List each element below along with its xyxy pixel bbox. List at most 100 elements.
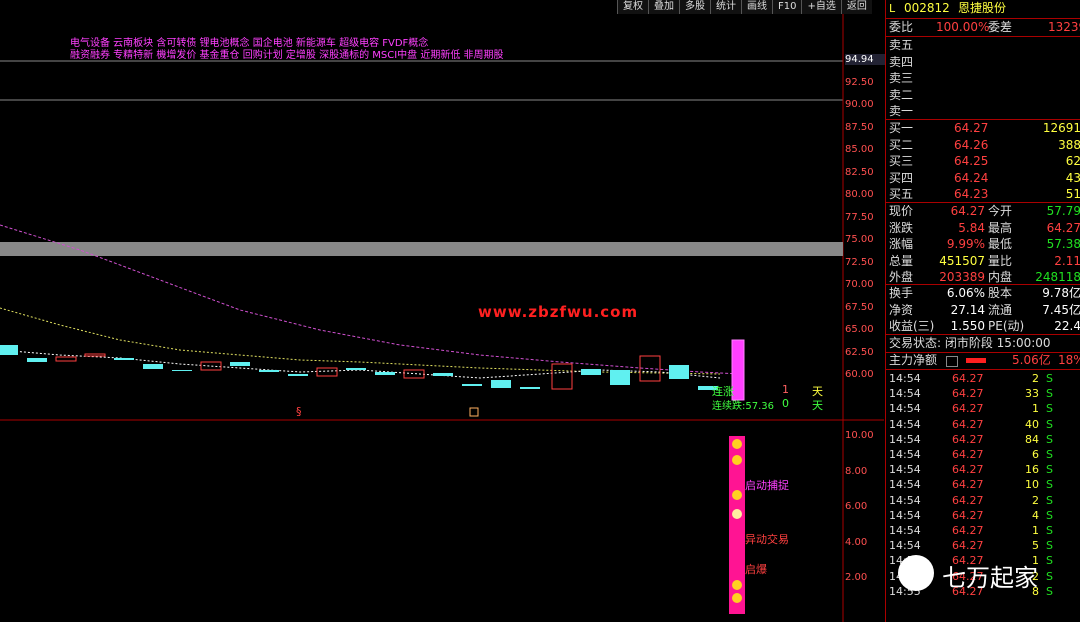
buy-level: 买四 64.24 43 [886,170,1080,187]
tick-side: S [1046,402,1053,416]
chart-canvas[interactable] [0,0,884,622]
tick-time: 14:54 [889,432,921,446]
toolbar-button[interactable]: 统计 [710,0,741,14]
tick-price: 64.27 [952,387,984,401]
flag-letter: L [889,2,896,15]
price-tick: 72.50 [845,256,874,268]
toolbar-button[interactable]: 返回 [840,0,872,14]
tick-row: 14:54 64.27 84 S [886,432,1080,447]
chart-icon[interactable] [946,356,958,367]
price-tick: 92.50 [845,76,874,88]
toolbar-button[interactable]: 叠加 [648,0,679,14]
stat-label: 股本 [988,286,1013,300]
tick-time: 14:54 [889,524,921,537]
candle [316,367,338,377]
tick-volume: 6 [1032,448,1039,461]
stat-value: 1.550 [950,319,985,333]
stat-value: 64.27 [1046,220,1080,235]
tick-row: 14:54 64.27 1 S [886,401,1080,416]
price-tick: 90.00 [845,99,874,110]
flow-bar [966,358,986,363]
stat-label: 换手 [889,286,914,300]
stat2-row: 净资 27.14 流通 7.45亿 [886,302,1080,319]
stat-label: 现价 [889,204,914,218]
candle [288,374,308,376]
sell-label: 卖一 [889,104,914,118]
tick-side: S [1046,493,1053,507]
stat-label: 最低 [988,237,1013,251]
stat-value: 9.78亿 [1042,286,1080,300]
candle [55,356,77,362]
main-flow-label: 主力净额 [889,353,938,367]
tick-row: 14:54 64.27 1 S [886,523,1080,538]
event-marker-icon [469,407,479,417]
tick-price: 64.27 [952,463,984,477]
tick-side: S [1046,539,1053,553]
tick-time: 14:54 [889,387,921,401]
stock-code: 002812 [904,1,950,15]
stat-label: 今开 [988,204,1013,218]
concept-tags-row2: 融资融券 专精特新 機增发价 基金重仓 回购计划 定增股 深股通标的 MSCI中… [70,50,504,61]
stat2-row: 收益(三) 1.550 PE(动) 22.4 [886,318,1080,335]
candle [346,368,366,370]
toolbar-button[interactable]: 多股 [679,0,710,14]
main-flow-value: 5.06亿 [1012,353,1051,367]
toolbar-button[interactable]: F10 [772,0,802,14]
tick-side: S [1046,463,1053,477]
main-flow-row: 主力净额 5.06亿 18% [886,352,1080,369]
butterfly-icon [732,455,742,465]
price-tick: 60.00 [845,369,874,380]
toolbar-button[interactable]: 画线 [741,0,772,14]
buy-level: 买五 64.23 51 [886,186,1080,203]
buy-price: 64.25 [954,154,989,168]
buy-volume: 62 [1065,154,1080,168]
candle [143,364,163,369]
tick-side: S [1046,554,1053,568]
trade-status-text: 交易状态: 闭市阶段 15:00:00 [889,336,1051,350]
candle [551,363,573,390]
stat-label: 收益(三) [889,319,935,333]
stat-label: PE(动) [988,319,1025,333]
tick-price: 64.27 [952,402,984,416]
price-tick: 85.00 [845,144,874,155]
toolbar-button[interactable]: +自选 [801,0,841,14]
tick-volume: 5 [1032,539,1039,553]
buy-price: 64.23 [954,187,989,201]
tick-volume: 2 [1032,493,1039,507]
candle [259,370,279,372]
sell-label: 卖五 [889,38,914,52]
tick-time: 14:54 [889,417,921,431]
candle [230,362,250,366]
stock-name: 恩捷股份 [958,1,1007,15]
diff-label: 委差 [988,20,1013,34]
toolbar-button[interactable]: 复权 [617,0,648,14]
candle [84,353,106,357]
indicator-tick: 8.00 [845,465,868,477]
tick-side: S [1046,417,1053,431]
tick-volume: 1 [1032,524,1039,537]
buy-price: 64.27 [954,121,989,135]
kline-chart[interactable]: 电气设备 云南板块 含可转债 锂电池概念 国企电池 新能源车 超级电容 FVDF… [0,0,885,622]
gray-band [0,242,843,256]
candle [172,370,192,371]
stat-value: 5.84 [958,220,985,235]
ratio-value: 100.00% [936,20,990,34]
candle [462,384,482,386]
tick-price: 64.27 [952,417,984,431]
sell-level: 卖五 [886,37,1080,54]
buy-label: 买五 [889,187,914,201]
stat-value: 7.45亿 [1042,302,1080,317]
tick-side: S [1046,432,1053,446]
coin-icon [732,580,742,590]
quote-panel: L 002812 恩捷股份 委比 100.00% 委差 13239 卖五卖四卖三… [885,0,1080,622]
lianjie-unit: 天 [812,399,823,412]
tick-price: 64.27 [952,524,984,537]
marker-s: § [296,405,302,418]
stat-label: 流通 [988,302,1013,317]
stat-label: 总量 [889,253,914,268]
tick-price: 64.27 [952,508,984,522]
candle [581,369,601,375]
stat-row: 涨跌 5.84 最高 64.27 [886,220,1080,237]
tick-time: 14:54 [889,448,921,461]
bid-ratio-row: 委比 100.00% 委差 13239 [886,19,1080,36]
